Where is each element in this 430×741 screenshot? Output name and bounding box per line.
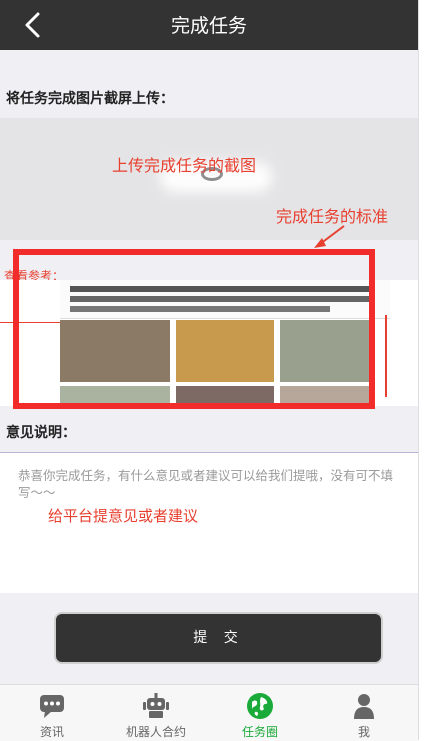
tab-label: 任务圈 xyxy=(241,725,278,739)
globe-icon xyxy=(247,693,273,719)
tab-robot-contract[interactable]: 机器人合约 xyxy=(104,685,208,741)
tab-label: 我 xyxy=(357,725,370,739)
submit-button[interactable]: 提 交 xyxy=(54,612,383,664)
top-header: 完成任务 xyxy=(0,0,418,50)
upload-label: 将任务完成图片截屏上传： xyxy=(6,91,174,107)
tab-me[interactable]: 我 xyxy=(312,685,416,741)
page-frame: 完成任务 将任务完成图片截屏上传： 上传完成任务的截图 完成任务的标准 查看参考… xyxy=(0,0,419,741)
opinion-label: 意见说明： xyxy=(6,425,76,441)
opinion-annotation: 给平台提意见或者建议 xyxy=(48,507,199,525)
tab-label: 资讯 xyxy=(39,725,64,739)
bottom-tabbar: 资讯 机器人合约 任务圈 我 xyxy=(0,684,418,741)
standard-highlight-frame xyxy=(13,249,375,409)
tab-task-circle[interactable]: 任务圈 xyxy=(208,685,312,741)
robot-icon xyxy=(143,693,169,718)
upload-annotation: 上传完成任务的截图 xyxy=(112,156,257,175)
chat-bubble-icon xyxy=(40,695,64,718)
tab-label: 机器人合约 xyxy=(125,725,186,739)
page-title: 完成任务 xyxy=(170,15,247,37)
annotation-arrow-icon xyxy=(314,225,345,248)
tab-news[interactable]: 资讯 xyxy=(0,685,104,741)
user-icon xyxy=(354,694,374,719)
